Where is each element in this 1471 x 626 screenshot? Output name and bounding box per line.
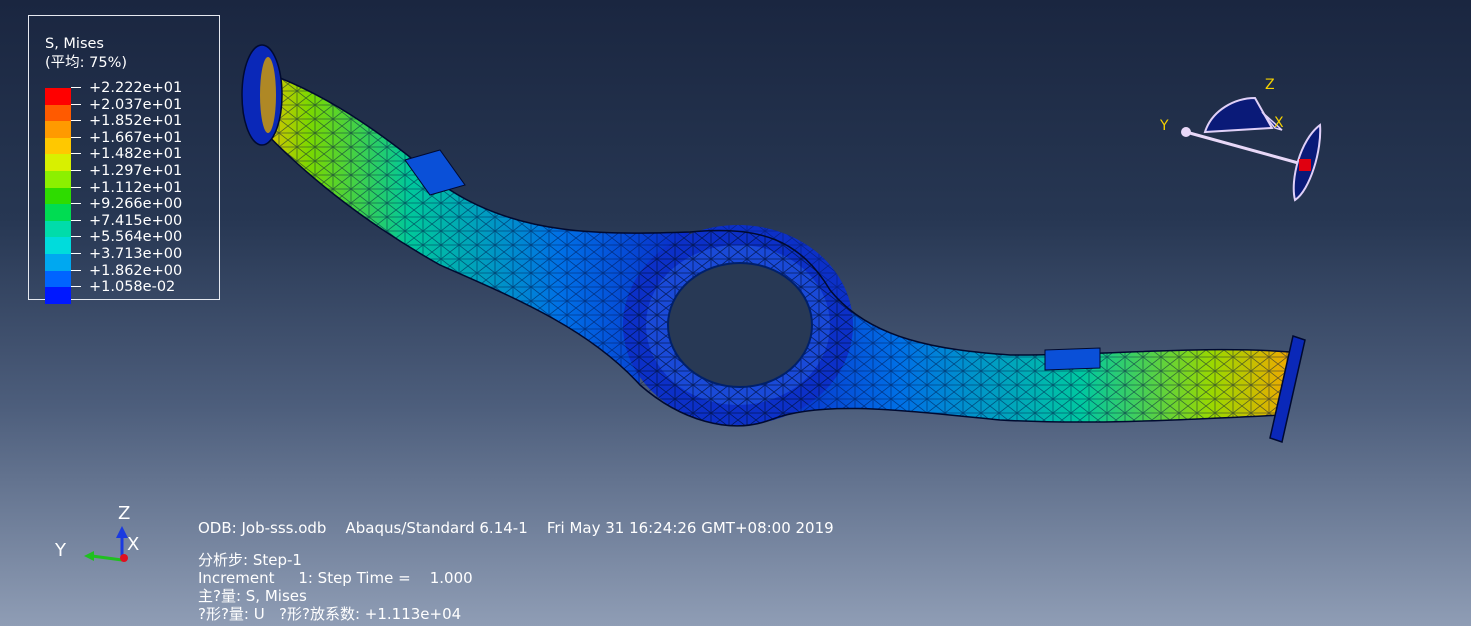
coordinate-system-icon: Z X Y [50,500,160,580]
csys-y-label: Y [55,540,66,561]
increment-line: Increment 1: Step Time = 1.000 [198,569,473,587]
triad-z-label: Z [1265,77,1275,93]
triad-y-label: Y [1160,118,1169,134]
right-bracket [1044,347,1101,371]
csys-x-label: X [127,534,140,555]
viewport[interactable]: S, Mises (平均: 75%) +2.222e+01 +2.037e+01 +… [0,0,1471,626]
deformed-variable-line: ?形?量: U ?形?放系数: +1.113e+04 [198,605,462,623]
step-line: 分析步: Step-1 [198,551,302,569]
odb-info-line: ODB: Job-sss.odb Abaqus/Standard 6.14-1 … [198,519,834,537]
triad-x-label: X [1274,115,1284,131]
primary-variable-line: 主?量: S, Mises [198,587,307,605]
csys-z-label: Z [118,503,131,524]
view-triad[interactable]: Z X Y [1150,70,1330,220]
